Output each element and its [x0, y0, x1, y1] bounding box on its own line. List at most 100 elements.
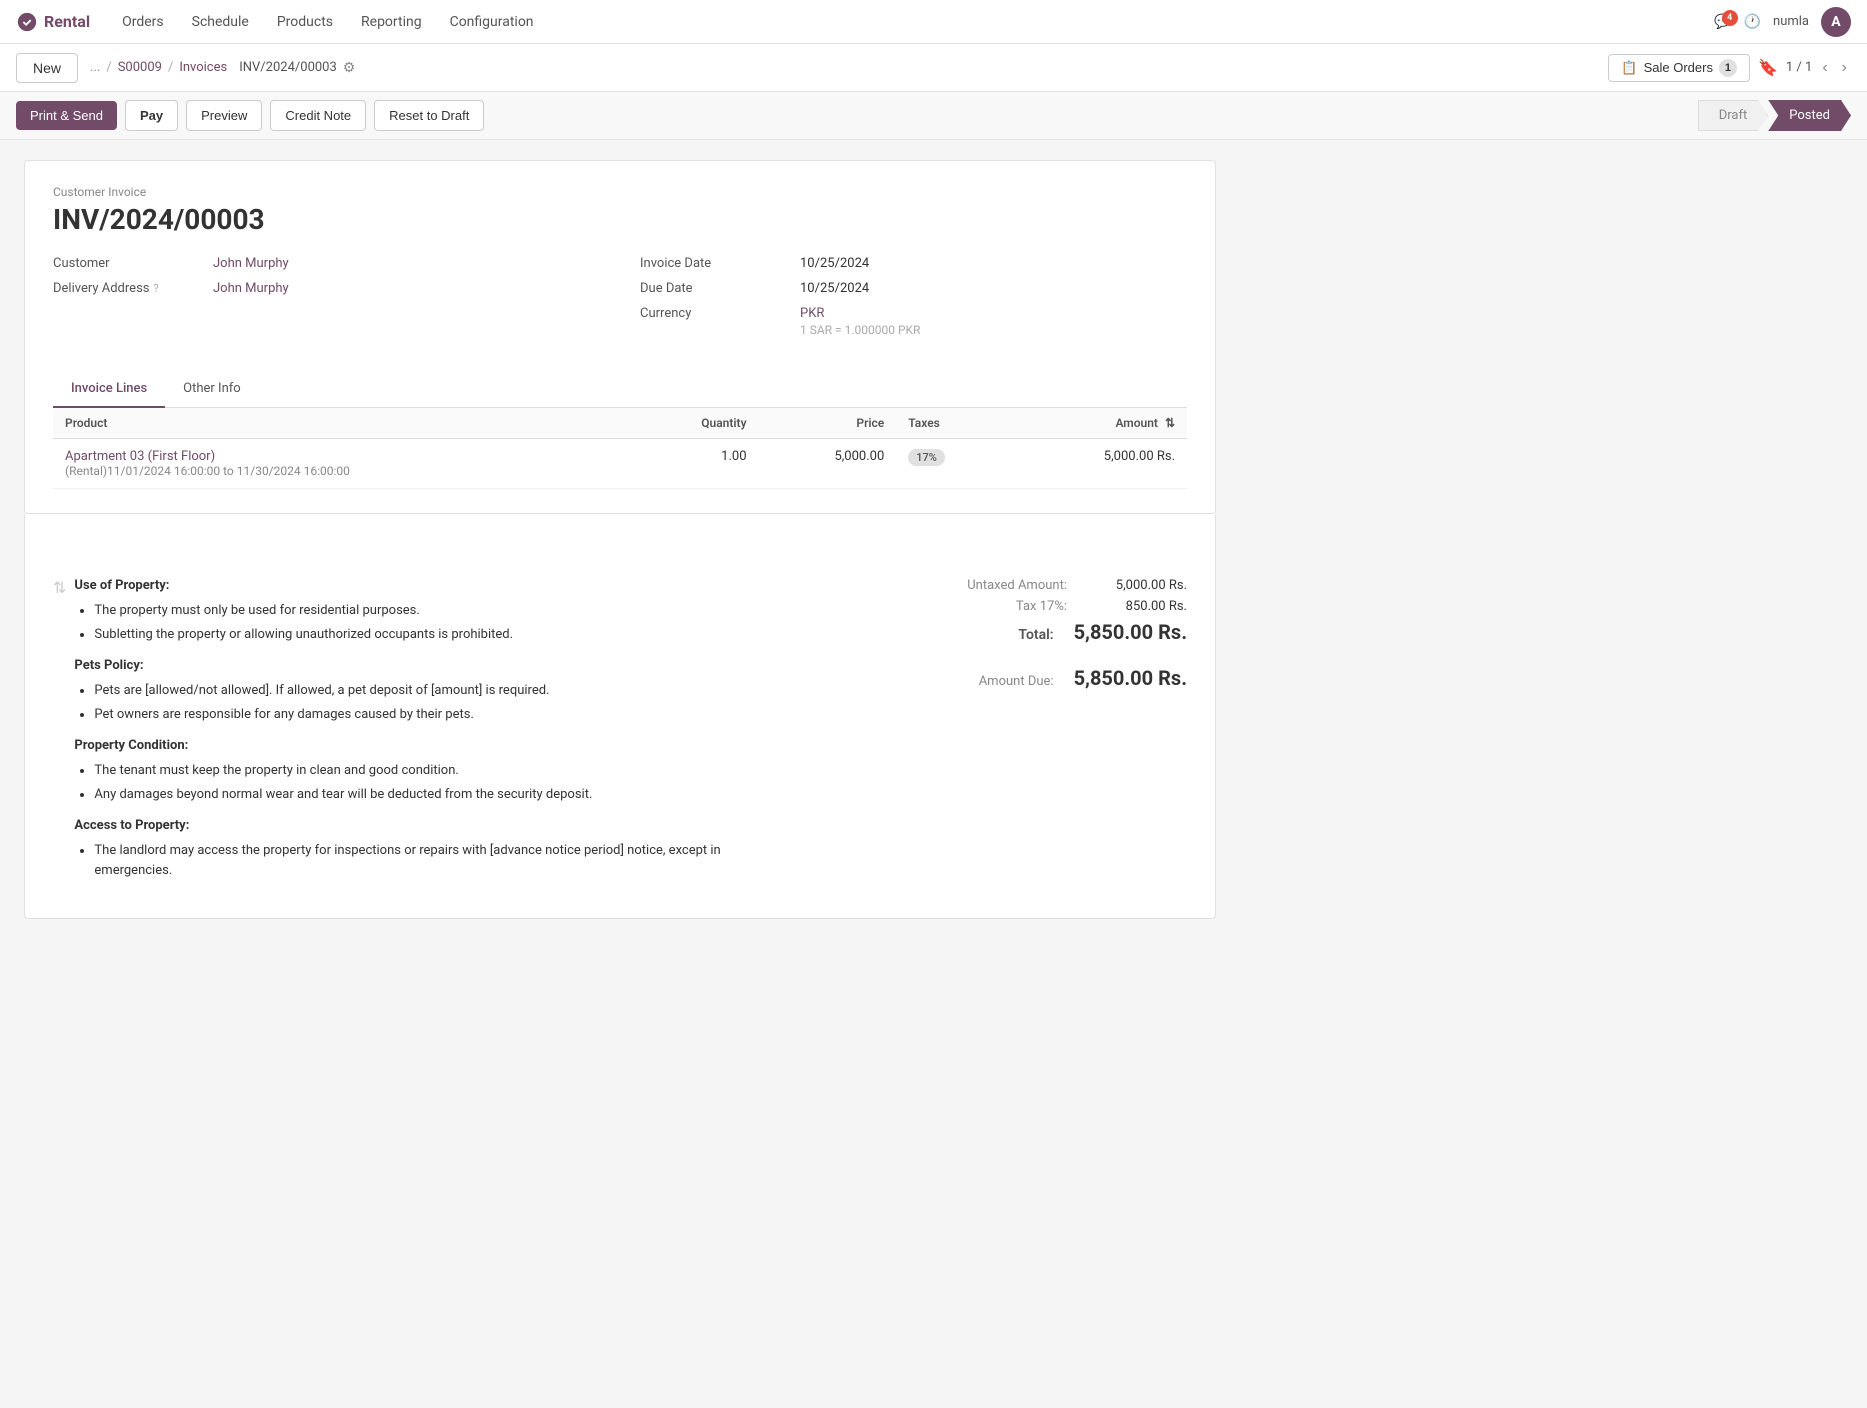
fields-left: Customer John Murphy Delivery Address ? … — [53, 256, 600, 347]
table-header-row: Product Quantity Price Taxes Amount ⇅ — [53, 408, 1187, 439]
sale-orders-count: 1 — [1719, 59, 1737, 77]
breadcrumb-ellipsis[interactable]: ... — [90, 60, 100, 75]
avatar[interactable]: A — [1821, 7, 1851, 37]
terms-text: ⇅ Use of Property: The property must onl… — [53, 578, 782, 894]
tab-invoice-lines[interactable]: Invoice Lines — [53, 371, 165, 408]
invoice-date-field: Invoice Date 10/25/2024 — [640, 256, 1187, 271]
product-link[interactable]: Apartment 03 (First Floor) — [65, 449, 215, 464]
due-date-value[interactable]: 10/25/2024 — [800, 281, 869, 296]
sale-orders-label: Sale Orders — [1644, 60, 1713, 75]
tax-badge[interactable]: 17% — [908, 449, 945, 466]
terms-totals: ⇅ Use of Property: The property must onl… — [53, 578, 1187, 894]
access-title: Access to Property: — [74, 818, 782, 833]
taxes-cell: 17% — [896, 439, 1009, 489]
list-item: Pets are [allowed/not allowed]. If allow… — [94, 681, 782, 701]
tabs: Invoice Lines Other Info — [53, 371, 1187, 408]
terms-content: Use of Property: The property must only … — [74, 578, 782, 894]
col-price: Price — [759, 408, 897, 439]
customer-value[interactable]: John Murphy — [213, 256, 289, 271]
status-posted[interactable]: Posted — [1768, 100, 1851, 131]
breadcrumb: ... / S00009 / Invoices — [90, 60, 227, 75]
tax-row: Tax 17%: 850.00 Rs. — [822, 599, 1187, 614]
next-button[interactable]: › — [1838, 57, 1851, 79]
col-amount: Amount ⇅ — [1009, 408, 1187, 439]
preview-button[interactable]: Preview — [186, 100, 262, 131]
col-quantity: Quantity — [629, 408, 758, 439]
nav-reporting[interactable]: Reporting — [349, 6, 434, 38]
table-row: Apartment 03 (First Floor) (Rental)11/01… — [53, 439, 1187, 489]
notification-badge: 4 — [1722, 10, 1738, 26]
nav-items: Orders Schedule Products Reporting Confi… — [110, 6, 545, 38]
list-item: The landlord may access the property for… — [94, 841, 782, 880]
customer-label: Customer — [53, 256, 213, 271]
app-name: Rental — [44, 12, 90, 31]
invoice-table: Product Quantity Price Taxes Amount ⇅ Ap… — [53, 408, 1187, 489]
delivery-address-label: Delivery Address ? — [53, 281, 213, 296]
credit-note-button[interactable]: Credit Note — [270, 100, 366, 131]
tab-other-info[interactable]: Other Info — [165, 371, 259, 408]
untaxed-label: Untaxed Amount: — [947, 578, 1067, 593]
use-of-property-list: The property must only be used for resid… — [74, 601, 782, 644]
document-type-label: Customer Invoice — [53, 185, 1187, 199]
currency-value[interactable]: PKR — [800, 306, 920, 321]
nav-orders[interactable]: Orders — [110, 6, 176, 38]
spacer — [24, 514, 1216, 554]
breadcrumb-s00009[interactable]: S00009 — [118, 60, 162, 75]
delivery-help-icon[interactable]: ? — [154, 282, 159, 295]
due-date-label: Due Date — [640, 281, 800, 296]
prev-button[interactable]: ‹ — [1818, 57, 1831, 79]
drag-handle[interactable]: ⇅ — [53, 578, 66, 597]
total-value: 5,850.00 Rs. — [1074, 620, 1187, 644]
list-item: Pet owners are responsible for any damag… — [94, 705, 782, 725]
untaxed-row: Untaxed Amount: 5,000.00 Rs. — [822, 578, 1187, 593]
print-send-button[interactable]: Print & Send — [16, 101, 117, 130]
col-taxes: Taxes — [896, 408, 1009, 439]
pay-button[interactable]: Pay — [125, 100, 178, 131]
bookmark-icon[interactable]: 🔖 — [1758, 58, 1778, 77]
sale-orders-icon: 📋 — [1621, 60, 1637, 76]
amount-due-label: Amount Due: — [934, 674, 1054, 689]
app-logo[interactable]: Rental — [16, 11, 90, 33]
nav-schedule[interactable]: Schedule — [180, 6, 261, 38]
document-card: Customer Invoice INV/2024/00003 Customer… — [24, 160, 1216, 514]
property-condition-title: Property Condition: — [74, 738, 782, 753]
username-label[interactable]: numla — [1773, 14, 1809, 29]
paging: 1 / 1 ‹ › — [1786, 57, 1851, 79]
reset-to-draft-button[interactable]: Reset to Draft — [374, 100, 484, 131]
currency-note: 1 SAR = 1.000000 PKR — [800, 323, 920, 337]
settings-icon[interactable]: ⚙ — [343, 60, 356, 76]
sale-orders-button[interactable]: 📋 Sale Orders 1 — [1608, 54, 1750, 82]
sort-icon[interactable]: ⇅ — [1165, 416, 1175, 430]
customer-field: Customer John Murphy — [53, 256, 600, 271]
status-draft[interactable]: Draft — [1698, 100, 1769, 131]
delivery-address-field: Delivery Address ? John Murphy — [53, 281, 600, 296]
pets-policy-title: Pets Policy: — [74, 658, 782, 673]
new-button[interactable]: New — [16, 53, 78, 83]
record-name-label: INV/2024/00003 — [239, 60, 337, 75]
price-cell[interactable]: 5,000.00 — [759, 439, 897, 489]
amount-due-value: 5,850.00 Rs. — [1074, 666, 1187, 690]
main-content: Customer Invoice INV/2024/00003 Customer… — [0, 140, 1240, 939]
invoice-date-value[interactable]: 10/25/2024 — [800, 256, 869, 271]
delivery-address-value[interactable]: John Murphy — [213, 281, 289, 296]
product-cell: Apartment 03 (First Floor) (Rental)11/01… — [53, 439, 629, 489]
invoice-date-label: Invoice Date — [640, 256, 800, 271]
fields-right: Invoice Date 10/25/2024 Due Date 10/25/2… — [640, 256, 1187, 347]
list-item: Subletting the property or allowing unau… — [94, 625, 782, 645]
pets-policy-list: Pets are [allowed/not allowed]. If allow… — [74, 681, 782, 724]
totals: Untaxed Amount: 5,000.00 Rs. Tax 17%: 85… — [822, 578, 1187, 894]
nav-configuration[interactable]: Configuration — [438, 6, 546, 38]
nav-products[interactable]: Products — [265, 6, 345, 38]
access-list: The landlord may access the property for… — [74, 841, 782, 880]
breadcrumb-invoices[interactable]: Invoices — [179, 60, 227, 75]
document-fields: Customer John Murphy Delivery Address ? … — [53, 256, 1187, 347]
quantity-cell[interactable]: 1.00 — [629, 439, 758, 489]
terms-section: ⇅ Use of Property: The property must onl… — [24, 554, 1216, 919]
property-condition-list: The tenant must keep the property in cle… — [74, 761, 782, 804]
breadcrumb-sep2: / — [168, 60, 173, 75]
product-sub: (Rental)11/01/2024 16:00:00 to 11/30/202… — [65, 464, 617, 478]
list-item: Any damages beyond normal wear and tear … — [94, 785, 782, 805]
clock-icon[interactable]: 🕐 — [1744, 14, 1761, 30]
untaxed-value: 5,000.00 Rs. — [1087, 578, 1187, 593]
messages-icon[interactable]: 💬 4 — [1714, 14, 1731, 30]
